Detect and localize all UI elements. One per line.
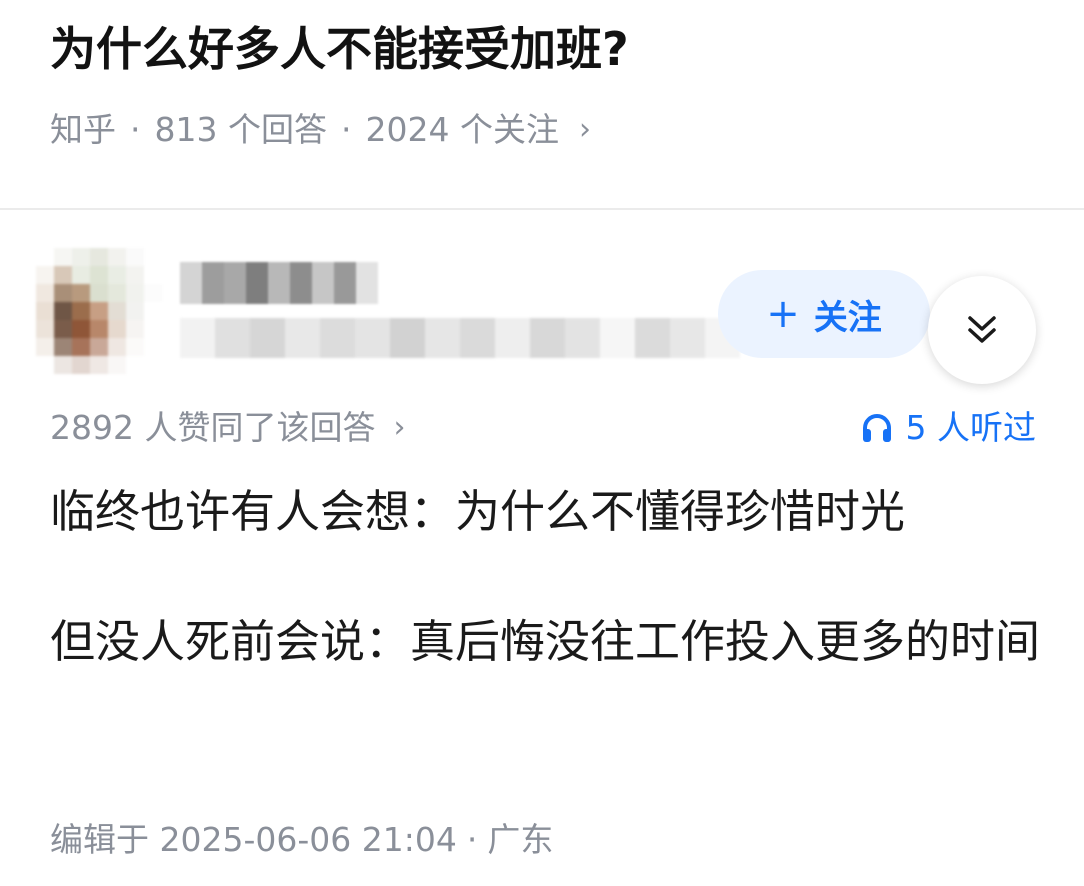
plus-icon: + <box>766 291 800 337</box>
separator-dot: · <box>340 110 352 149</box>
answer-paragraph: 临终也许有人会想：为什么不懂得珍惜时光 <box>50 485 906 538</box>
chevron-right-icon: › <box>393 410 406 445</box>
follow-label: 关注 <box>813 297 882 338</box>
follower-count: 2024 个关注 <box>365 110 559 149</box>
voteup-count[interactable]: 2892 人赞同了该回答 › <box>50 404 405 452</box>
chevron-right-icon: › <box>578 112 591 147</box>
separator-dot: · <box>466 820 478 859</box>
avatar[interactable] <box>36 248 162 374</box>
separator-dot: · <box>130 110 141 149</box>
double-chevron-down-icon <box>968 316 996 343</box>
headphones-icon <box>862 414 891 442</box>
divider <box>0 208 1084 210</box>
question-title[interactable]: 为什么好多人不能接受加班? <box>50 14 629 84</box>
question-meta[interactable]: 知乎 · 813 个回答 · 2024 个关注 › <box>50 106 591 154</box>
author-bio-redacted <box>180 318 740 358</box>
edited-time: 2025-06-06 21:04 <box>159 820 457 859</box>
source-label: 知乎 <box>50 110 116 149</box>
edited-prefix: 编辑于 <box>50 820 149 859</box>
answer-paragraph: 但没人死前会说：真后悔没往工作投入更多的时间 <box>50 615 1041 668</box>
edit-info: 编辑于 2025-06-06 21:04 · 广东 <box>50 816 553 864</box>
answer-count: 813 个回答 <box>154 110 327 149</box>
listen-text: 5 人听过 <box>905 408 1037 447</box>
location: 广东 <box>487 820 554 859</box>
follow-button[interactable]: + 关注 <box>718 270 930 358</box>
listen-count[interactable]: 5 人听过 <box>860 404 1037 452</box>
voteup-text: 2892 人赞同了该回答 <box>50 408 376 447</box>
collapse-button[interactable] <box>928 276 1036 384</box>
author-name-redacted[interactable] <box>180 262 378 304</box>
